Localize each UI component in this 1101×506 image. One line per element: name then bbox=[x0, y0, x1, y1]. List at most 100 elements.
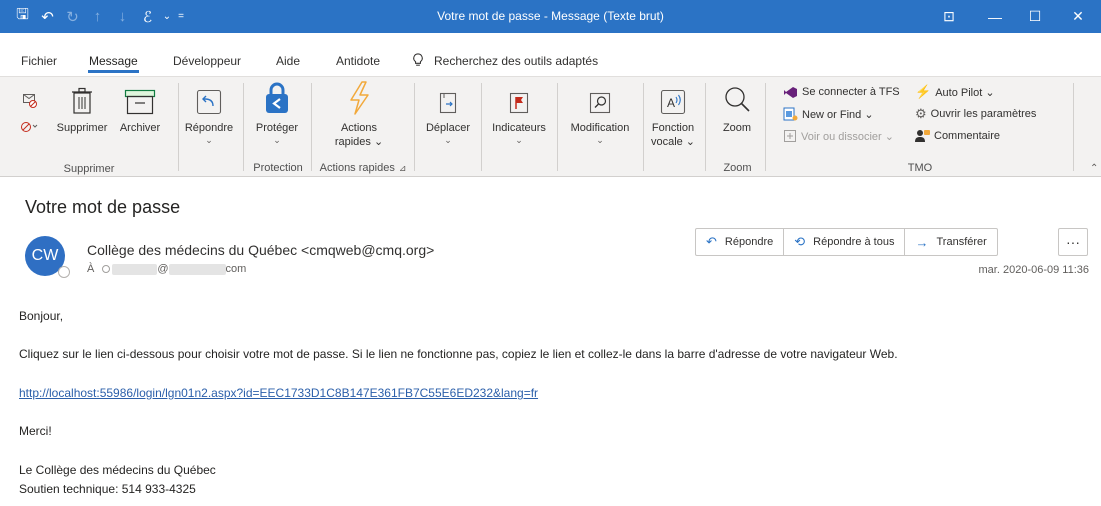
signature-line-1: Le Collège des médecins du Québec bbox=[19, 463, 216, 477]
sender-name[interactable]: Collège des médecins du Québec <cmqweb@c… bbox=[87, 242, 434, 258]
zoom-icon bbox=[725, 87, 750, 112]
reply-icon bbox=[196, 89, 222, 115]
link-item-icon bbox=[784, 130, 796, 142]
open-settings-button[interactable]: ⚙ Ouvrir les paramètres bbox=[915, 105, 1036, 123]
customize-icon[interactable]: = bbox=[174, 0, 188, 33]
archive-button[interactable]: Archiver bbox=[114, 81, 166, 135]
collapse-ribbon-icon[interactable]: ⌃ bbox=[1090, 163, 1098, 174]
redacted-text bbox=[112, 263, 158, 275]
protect-button[interactable]: Protéger ⌄ bbox=[246, 81, 308, 145]
window-controls: ⊡ — ☐ ✕ bbox=[923, 0, 1101, 33]
find-icon bbox=[589, 92, 611, 114]
chevron-down-icon: ⌄ bbox=[444, 135, 452, 145]
presence-indicator bbox=[58, 266, 70, 278]
up-arrow-icon[interactable]: ↑ bbox=[85, 0, 110, 33]
chevron-down-icon: ⌄ bbox=[205, 135, 213, 145]
reply-button[interactable]: ↶ Répondre bbox=[696, 229, 785, 255]
visual-studio-icon bbox=[784, 86, 797, 98]
tab-fichier[interactable]: Fichier bbox=[21, 53, 57, 75]
tab-message[interactable]: Message bbox=[88, 53, 139, 75]
lightbulb-icon bbox=[413, 53, 423, 66]
group-divider bbox=[557, 83, 558, 171]
flag-icon bbox=[509, 92, 529, 114]
tab-developpeur[interactable]: Développeur bbox=[173, 53, 241, 75]
chevron-down-icon: ⌄ bbox=[515, 135, 523, 145]
signature-line-2: Soutien technique: 514 933-4325 bbox=[19, 482, 196, 496]
lightning-icon bbox=[350, 81, 369, 115]
more-actions-button[interactable]: ··· bbox=[1058, 228, 1088, 256]
group-divider bbox=[705, 83, 706, 171]
reply-all-button[interactable]: ⟲ Répondre à tous bbox=[784, 229, 906, 255]
junk-icon[interactable] bbox=[20, 118, 38, 134]
forward-button[interactable]: → Transférer bbox=[905, 229, 996, 255]
auto-pilot-button[interactable]: ⚡ Auto Pilot ⌄ bbox=[915, 83, 995, 101]
new-or-find-button[interactable]: New or Find ⌄ bbox=[783, 105, 874, 123]
group-label-zoom: Zoom bbox=[723, 162, 752, 174]
group-divider bbox=[311, 83, 312, 171]
group-label-actions-rapides: Actions rapides ⊿ bbox=[319, 162, 407, 174]
menu-bar: Fichier Message Développeur Aide Antidot… bbox=[0, 33, 1101, 77]
group-label-supprimer: Supprimer bbox=[63, 163, 115, 175]
body-greeting: Bonjour, bbox=[19, 309, 64, 323]
dropdown-icon[interactable]: ⌄ bbox=[160, 0, 174, 33]
to-label: À bbox=[87, 263, 95, 275]
quick-actions-button[interactable]: Actions rapides ⌄ bbox=[322, 81, 396, 149]
recipient-at: @ bbox=[157, 263, 169, 275]
svg-text:A: A bbox=[667, 96, 675, 110]
zoom-button[interactable]: Zoom bbox=[712, 81, 762, 135]
ribbon-display-icon[interactable]: ⊡ bbox=[923, 0, 975, 33]
move-button[interactable]: Déplacer ⌄ bbox=[418, 81, 478, 145]
close-icon[interactable]: ✕ bbox=[1055, 0, 1101, 33]
group-label-tmo: TMO bbox=[907, 162, 933, 174]
password-link[interactable]: http://localhost:55986/login/lgn01n2.asp… bbox=[19, 386, 538, 400]
comment-button[interactable]: Commentaire bbox=[915, 127, 1000, 145]
message-subject: Votre mot de passe bbox=[25, 197, 181, 217]
search-text: Recherchez des outils adaptés bbox=[434, 53, 599, 68]
message-date: mar. 2020-06-09 11:36 bbox=[978, 264, 1089, 276]
minimize-icon[interactable]: — bbox=[975, 0, 1015, 33]
title-bar: 🖫 ↶ ↻ ↑ ↓ ℰ ⌄ = Votre mot de passe - Mes… bbox=[0, 0, 1101, 33]
reply-ribbon-button[interactable]: Répondre ⌄ bbox=[180, 81, 238, 145]
ribbon: Supprimer Archiver Supprimer Répondre ⌄ … bbox=[0, 76, 1101, 177]
redacted-text bbox=[168, 263, 226, 275]
trash-icon bbox=[72, 87, 92, 114]
body-thanks: Merci! bbox=[19, 424, 52, 438]
body-instruction: Cliquez sur le lien ci-dessous pour choi… bbox=[19, 347, 898, 361]
tab-antidote[interactable]: Antidote bbox=[336, 53, 380, 75]
reply-icon: ↶ bbox=[706, 234, 717, 249]
tab-aide[interactable]: Aide bbox=[276, 53, 300, 75]
new-item-icon bbox=[783, 107, 798, 121]
redo-icon[interactable]: ↻ bbox=[60, 0, 85, 33]
forward-icon: → bbox=[915, 234, 929, 250]
group-divider bbox=[481, 83, 482, 171]
recipient-line[interactable]: À @ com bbox=[87, 263, 246, 275]
down-arrow-icon[interactable]: ↓ bbox=[110, 0, 135, 33]
save-icon[interactable]: 🖫 bbox=[10, 0, 35, 33]
archive-icon bbox=[124, 89, 156, 115]
delete-button[interactable]: Supprimer bbox=[52, 81, 112, 135]
view-or-dissociate-button[interactable]: Voir ou dissocier ⌄ bbox=[783, 127, 894, 145]
group-supprimer: Supprimer Archiver Supprimer bbox=[0, 81, 178, 175]
ignore-icon[interactable] bbox=[22, 93, 38, 109]
rules-icon[interactable]: ℰ bbox=[135, 0, 160, 33]
search-box[interactable]: Recherchez des outils adaptés bbox=[412, 53, 598, 68]
chevron-down-icon: ⌄ bbox=[596, 135, 604, 145]
auto-pilot-icon: ⚡ bbox=[915, 84, 932, 99]
dialog-launcher-icon[interactable]: ⊿ bbox=[399, 163, 407, 173]
read-aloud-icon: A bbox=[660, 89, 686, 115]
person-comment-icon bbox=[915, 130, 930, 142]
group-divider bbox=[1073, 83, 1074, 171]
chevron-down-icon: ⌄ bbox=[273, 135, 281, 145]
maximize-icon[interactable]: ☐ bbox=[1015, 0, 1055, 33]
gear-icon: ⚙ bbox=[915, 106, 927, 121]
group-divider bbox=[414, 83, 415, 171]
undo-icon[interactable]: ↶ bbox=[35, 0, 60, 33]
message-actions: ↶ Répondre ⟲ Répondre à tous → Transfére… bbox=[695, 228, 998, 256]
group-divider bbox=[243, 83, 244, 171]
group-divider bbox=[765, 83, 766, 171]
voice-button[interactable]: A Fonction vocale ⌄ bbox=[645, 81, 701, 149]
reply-all-icon: ⟲ bbox=[794, 234, 806, 249]
flags-button[interactable]: Indicateurs ⌄ bbox=[485, 81, 553, 145]
connect-tfs-button[interactable]: Se connecter à TFS bbox=[783, 83, 900, 101]
edit-button[interactable]: Modification ⌄ bbox=[561, 81, 639, 145]
